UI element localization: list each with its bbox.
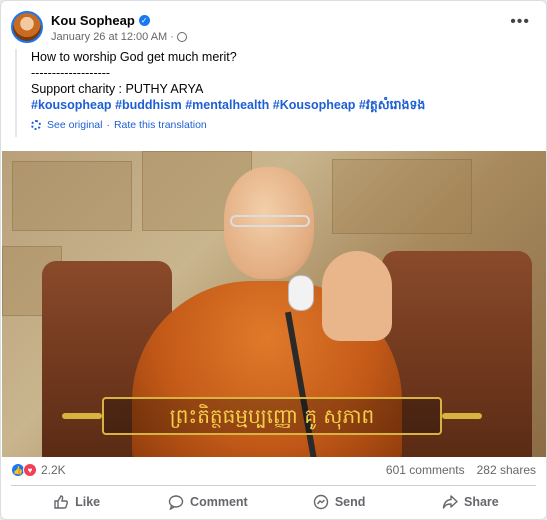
comments-count[interactable]: 601 comments bbox=[386, 463, 465, 477]
post-header: Kou Sopheap ✓ January 26 at 12:00 AM · •… bbox=[11, 11, 536, 47]
reactions-summary[interactable]: 👍 ♥ 2.2K bbox=[11, 463, 66, 477]
post-photo[interactable]: ព្រះតិត្ថធម្មប្បញ្ញោ គូ សុភាព bbox=[2, 151, 546, 457]
post-text: How to worship God get much merit? -----… bbox=[15, 49, 535, 137]
meta-separator: · bbox=[170, 31, 174, 43]
banner-ornament bbox=[442, 413, 482, 419]
thumbs-up-icon bbox=[53, 494, 69, 510]
globe-icon bbox=[176, 32, 187, 42]
avatar[interactable] bbox=[11, 11, 43, 43]
share-button[interactable]: Share bbox=[405, 489, 536, 515]
gear-icon bbox=[31, 120, 41, 130]
send-button[interactable]: Send bbox=[274, 489, 405, 515]
comment-button[interactable]: Comment bbox=[142, 489, 273, 515]
comment-label: Comment bbox=[190, 495, 248, 509]
comment-icon bbox=[168, 494, 184, 510]
glasses bbox=[230, 215, 310, 227]
more-icon[interactable]: ••• bbox=[510, 13, 530, 31]
like-button[interactable]: Like bbox=[11, 489, 142, 515]
share-label: Share bbox=[464, 495, 499, 509]
microphone bbox=[288, 275, 314, 311]
hashtag-link[interactable]: #buddhism bbox=[115, 98, 182, 112]
hashtag-link[interactable]: #kousopheap bbox=[31, 98, 112, 112]
messenger-icon bbox=[313, 494, 329, 510]
post-line: How to worship God get much merit? bbox=[31, 50, 237, 64]
translation-separator: · bbox=[106, 119, 110, 131]
post-meta: January 26 at 12:00 AM · bbox=[51, 31, 187, 43]
engagement-counts: 601 comments 282 shares bbox=[386, 463, 536, 477]
rate-translation-link[interactable]: Rate this translation bbox=[114, 117, 207, 133]
action-bar: Like Comment Send Share bbox=[11, 489, 536, 515]
hashtag-link[interactable]: #Kousopheap bbox=[273, 98, 356, 112]
share-icon bbox=[442, 494, 458, 510]
love-reaction-icon: ♥ bbox=[23, 463, 37, 477]
verified-badge-icon: ✓ bbox=[138, 15, 150, 26]
reactions-count[interactable]: 2.2K bbox=[41, 463, 66, 477]
hashtag-list: #kousopheap #buddhism #mentalhealth #Kou… bbox=[31, 97, 535, 113]
hashtag-link[interactable]: #វត្តសំរោងទង bbox=[359, 98, 425, 112]
wall-block bbox=[332, 159, 472, 234]
send-label: Send bbox=[334, 495, 366, 509]
name-banner: ព្រះតិត្ថធម្មប្បញ្ញោ គូ សុភាព bbox=[102, 397, 442, 435]
shares-count[interactable]: 282 shares bbox=[477, 463, 536, 477]
post-line: ------------------- bbox=[31, 66, 111, 80]
like-label: Like bbox=[75, 495, 101, 509]
banner-ornament bbox=[62, 413, 102, 419]
post-card: Kou Sopheap ✓ January 26 at 12:00 AM · •… bbox=[0, 0, 547, 520]
divider bbox=[11, 485, 536, 486]
wall-block bbox=[12, 161, 132, 231]
translation-row: See original · Rate this translation bbox=[31, 117, 535, 133]
hashtag-link[interactable]: #mentalhealth bbox=[185, 98, 269, 112]
folded-hands bbox=[322, 251, 392, 341]
author-row: Kou Sopheap ✓ bbox=[51, 13, 150, 28]
engagement-stats: 👍 ♥ 2.2K 601 comments 282 shares bbox=[11, 463, 536, 481]
post-timestamp[interactable]: January 26 at 12:00 AM bbox=[51, 31, 167, 43]
post-line: Support charity : PUTHY ARYA bbox=[31, 82, 204, 96]
author-name[interactable]: Kou Sopheap bbox=[51, 13, 135, 28]
see-original-link[interactable]: See original bbox=[47, 117, 102, 133]
